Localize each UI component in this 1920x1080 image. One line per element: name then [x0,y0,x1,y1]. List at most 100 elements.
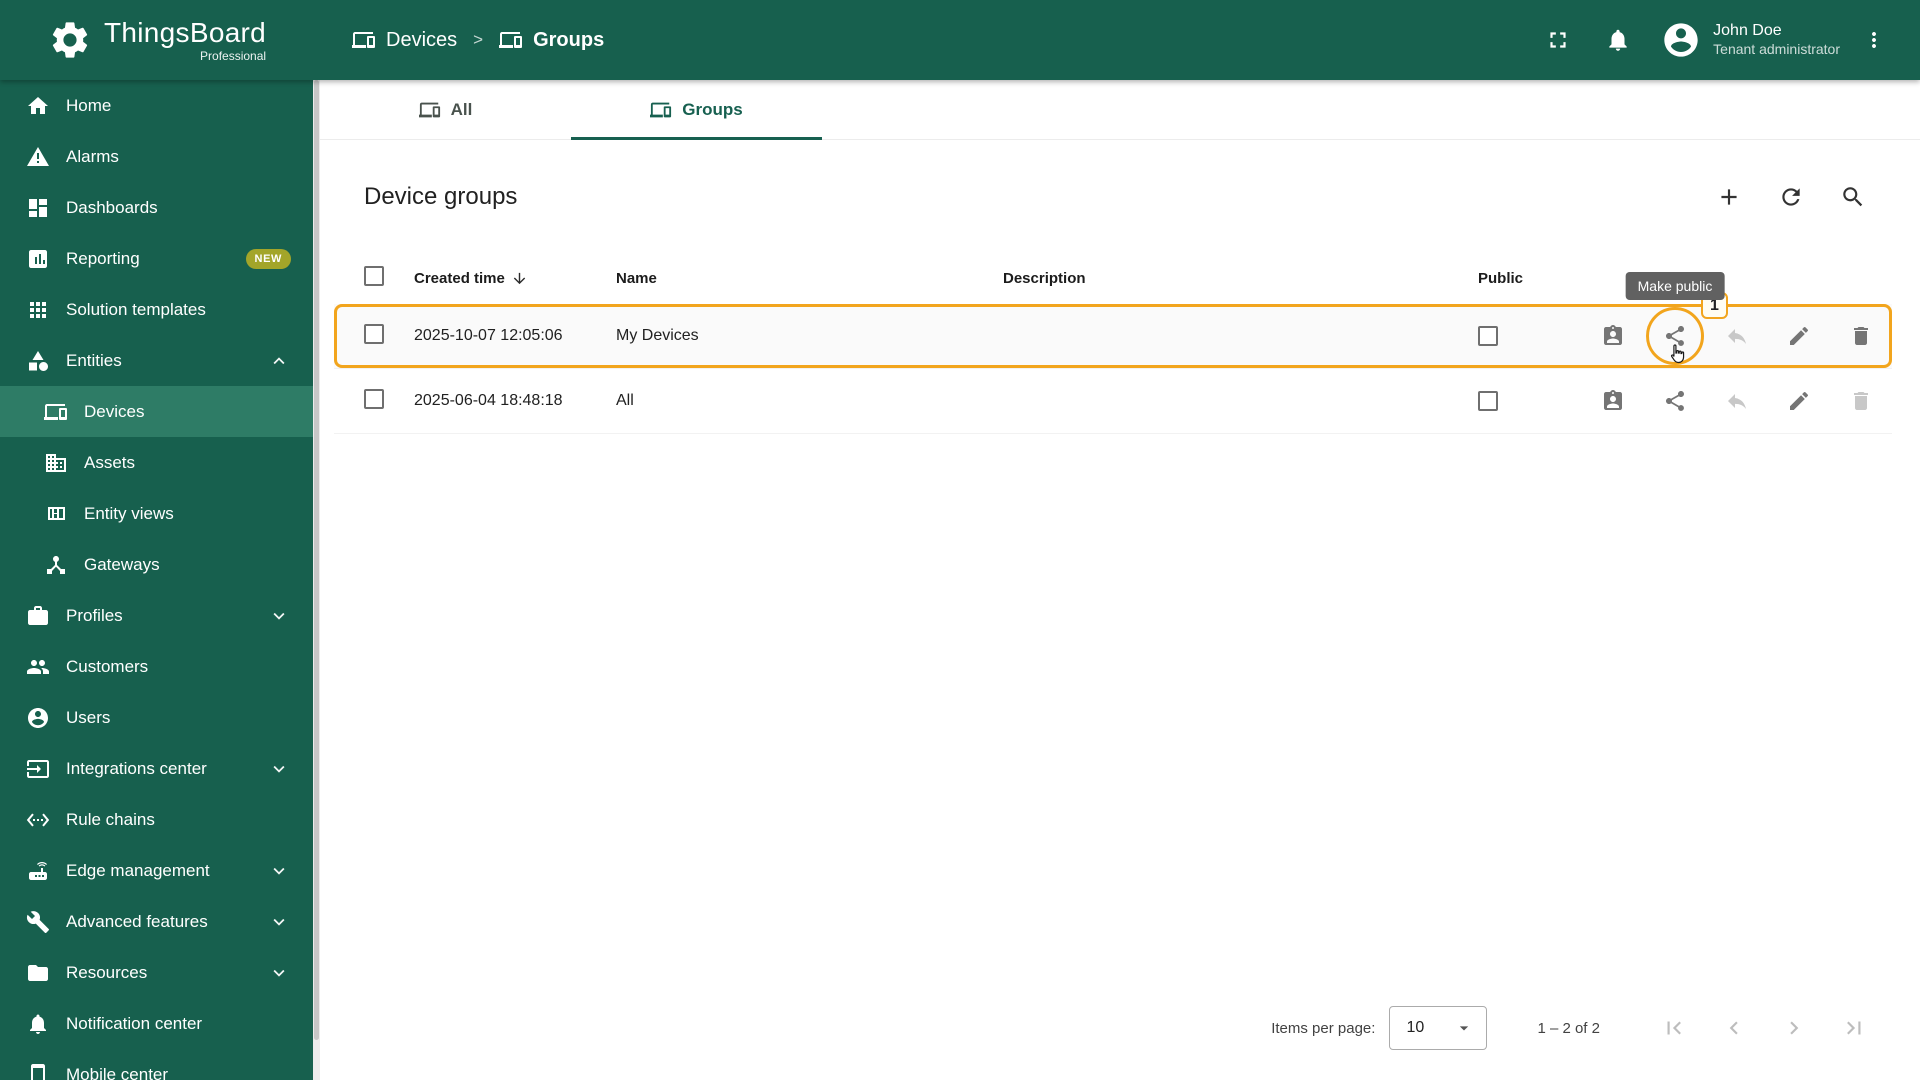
sidebar-item-devices[interactable]: Devices [0,386,313,437]
sidebar-item-entity-views[interactable]: Entity views [0,488,313,539]
user-info[interactable]: John Doe Tenant administrator [1713,21,1840,59]
page-title: Device groups [364,183,518,210]
sidebar-item-gateways[interactable]: Gateways [0,539,313,590]
column-created-time[interactable]: Created time [414,270,505,287]
fullscreen-icon [1545,27,1571,53]
reply-arrow-icon [1725,324,1749,348]
fullscreen-button[interactable] [1545,27,1571,53]
sidebar-item-profiles[interactable]: Profiles [0,590,313,641]
header-actions: John Doe Tenant administrator [1511,20,1920,60]
sidebar-item-dashboards[interactable]: Dashboards [0,182,313,233]
devices-icon [44,400,68,424]
breadcrumb-devices[interactable]: Devices [352,28,457,52]
sidebar-item-entities[interactable]: Entities [0,335,313,386]
select-all-checkbox[interactable] [364,266,384,286]
rule-chains-icon [26,808,50,832]
sidebar-item-rule-chains[interactable]: Rule chains [0,794,313,845]
make-public-button[interactable]: Make public 1 [1625,272,1728,365]
chevron-down-icon [267,758,291,780]
refresh-button[interactable] [1778,184,1804,210]
input-icon [26,757,50,781]
column-name[interactable]: Name [616,270,1003,287]
chevron-down-icon [267,605,291,627]
chevron-right-icon [1781,1015,1807,1041]
chevron-down-icon [267,962,291,984]
sidebar-item-notification-center[interactable]: Notification center [0,998,313,1049]
top-bar: ThingsBoard Professional Devices > Group… [0,0,1920,80]
column-public[interactable]: Public [1442,270,1582,287]
sidebar-item-home[interactable]: Home [0,80,313,131]
previous-page-button [1704,1006,1764,1050]
chevron-down-icon [267,911,291,933]
tab-all[interactable]: All [320,80,571,139]
more-vert-icon [1862,28,1886,52]
items-per-page-select[interactable]: 10 [1389,1006,1488,1050]
table-row-all[interactable]: 2025-06-04 18:48:18 All [334,369,1892,434]
cell-name: All [616,392,634,409]
trash-icon [1849,389,1873,413]
scrollbar-thumb[interactable] [314,80,319,1040]
sidebar-item-users[interactable]: Users [0,692,313,743]
cell-created-time: 2025-06-04 18:48:18 [414,392,563,409]
chevron-up-icon [267,350,291,372]
public-checkbox[interactable] [1478,326,1498,346]
apps-grid-icon [26,298,50,322]
edit-button[interactable] [1777,381,1821,421]
edit-button[interactable] [1777,316,1821,356]
table-row-my-devices[interactable]: 2025-10-07 12:05:06 My Devices Make publ… [334,272,1892,369]
manage-users-button[interactable] [1591,316,1635,356]
folder-icon [26,961,50,985]
chevron-down-icon [267,860,291,882]
pagination-bar: Items per page: 10 1 – 2 of 2 [334,1006,1892,1050]
next-page-button [1764,1006,1824,1050]
devices-icon [499,28,523,52]
sidebar-item-solution-templates[interactable]: Solution templates [0,284,313,335]
device-groups-card: Device groups Created time Name Descript… [334,140,1892,1080]
chevron-left-icon [1721,1015,1747,1041]
pencil-icon [1787,389,1811,413]
sidebar-item-assets[interactable]: Assets [0,437,313,488]
public-checkbox[interactable] [1478,391,1498,411]
report-chart-icon [26,247,50,271]
make-public-button[interactable] [1653,381,1697,421]
row-checkbox[interactable] [364,323,384,344]
sidebar-item-integrations-center[interactable]: Integrations center [0,743,313,794]
sidebar-item-mobile-center[interactable]: Mobile center [0,1049,313,1080]
devices-icon [419,99,441,121]
sort-descending-icon[interactable] [511,270,528,287]
sidebar-scrollbar[interactable] [313,80,320,1080]
user-menu-button[interactable] [1862,28,1886,52]
add-group-button[interactable] [1716,184,1742,210]
column-description[interactable]: Description [1003,270,1442,287]
avatar[interactable] [1661,20,1701,60]
share-icon [1663,389,1687,413]
breadcrumb: Devices > Groups [352,28,604,52]
search-button[interactable] [1840,184,1866,210]
refresh-icon [1778,184,1804,210]
manage-users-button[interactable] [1591,381,1635,421]
devices-icon [650,99,672,121]
sidebar-item-edge-management[interactable]: Edge management [0,845,313,896]
sidebar-item-resources[interactable]: Resources [0,947,313,998]
assignment-person-icon [1601,324,1625,348]
undo-share-button [1715,316,1759,356]
entity-views-icon [44,502,68,526]
row-checkbox[interactable] [364,388,384,409]
home-icon [26,94,50,118]
last-page-icon [1841,1015,1867,1041]
tab-groups[interactable]: Groups [571,80,822,140]
sidebar-item-alarms[interactable]: Alarms [0,131,313,182]
trash-icon [1849,324,1873,348]
breadcrumb-groups[interactable]: Groups [499,28,604,52]
sidebar-item-advanced-features[interactable]: Advanced features [0,896,313,947]
sidebar-item-customers[interactable]: Customers [0,641,313,692]
notifications-button[interactable] [1605,27,1631,53]
app-logo[interactable]: ThingsBoard Professional [0,18,313,62]
new-badge: NEW [245,248,291,269]
sidebar-item-reporting[interactable]: Reporting NEW [0,233,313,284]
first-page-button [1644,1006,1704,1050]
person-circle-icon [26,706,50,730]
thingsboard-app: ThingsBoard Professional Devices > Group… [0,0,1920,1080]
cursor-pointer [1671,344,1685,364]
delete-button[interactable] [1839,316,1883,356]
